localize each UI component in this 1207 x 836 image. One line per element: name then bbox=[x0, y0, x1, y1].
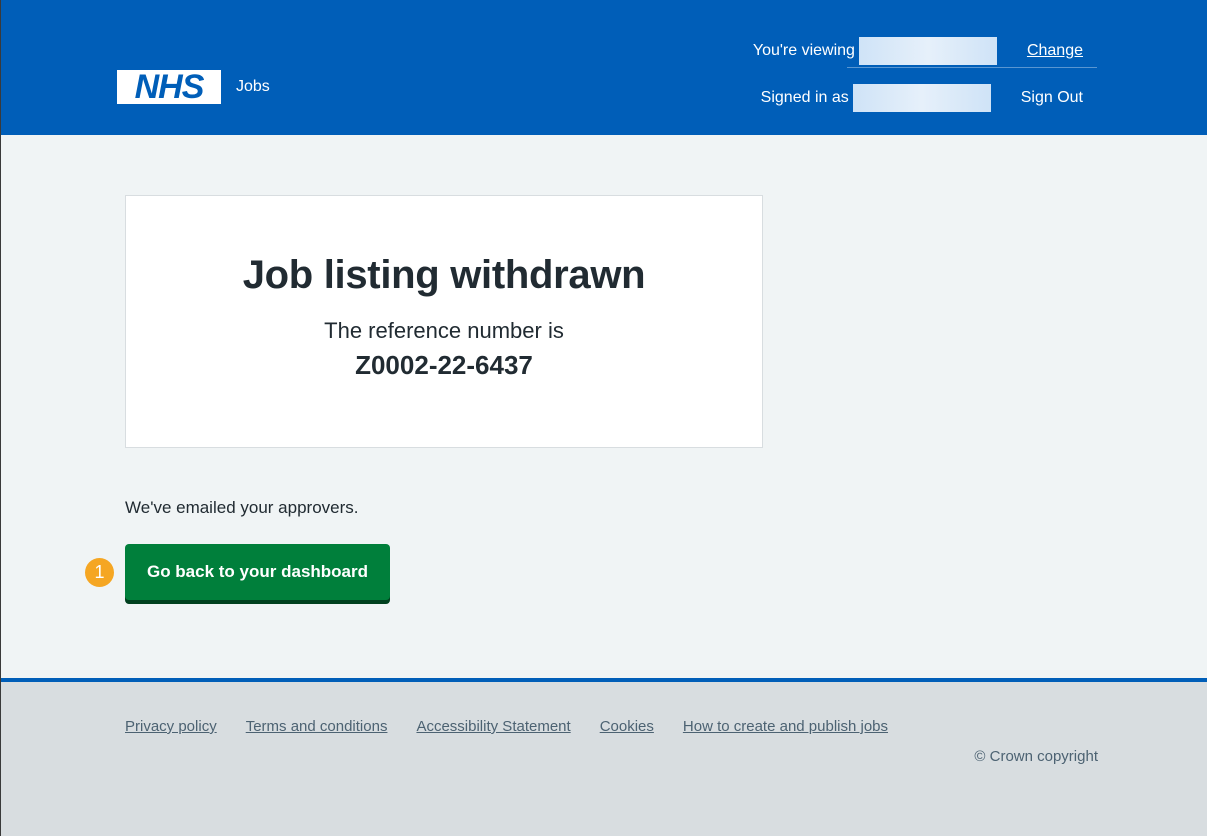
header-divider bbox=[847, 67, 1097, 68]
footer-links: Privacy policy Terms and conditions Acce… bbox=[125, 718, 917, 735]
panel-body: The reference number is bbox=[324, 318, 564, 343]
sign-out-link[interactable]: Sign Out bbox=[1021, 89, 1083, 107]
site-header: NHS Jobs You're viewing Change Signed in… bbox=[1, 0, 1207, 135]
go-back-to-dashboard-button[interactable]: Go back to your dashboard bbox=[125, 544, 390, 600]
footer-link-accessibility-statement[interactable]: Accessibility Statement bbox=[416, 718, 570, 735]
footer-link-how-to-create-and-publish-jobs[interactable]: How to create and publish jobs bbox=[683, 718, 888, 735]
reference-number: Z0002-22-6437 bbox=[355, 350, 533, 380]
signed-in-row: Signed in as Sign Out bbox=[761, 84, 1083, 112]
confirmation-panel: Job listing withdrawn The reference numb… bbox=[125, 195, 763, 448]
footer-link-privacy-policy[interactable]: Privacy policy bbox=[125, 718, 217, 735]
viewing-row: You're viewing Change bbox=[753, 37, 1083, 65]
change-link[interactable]: Change bbox=[1027, 42, 1083, 60]
service-name: Jobs bbox=[236, 78, 270, 95]
footer-link-terms-and-conditions[interactable]: Terms and conditions bbox=[246, 718, 388, 735]
page: NHS Jobs You're viewing Change Signed in… bbox=[0, 0, 1207, 836]
nhs-logo: NHS bbox=[117, 68, 221, 106]
redacted-user bbox=[852, 84, 991, 112]
info-text: We've emailed your approvers. bbox=[125, 498, 359, 517]
panel-title: Job listing withdrawn bbox=[242, 253, 646, 297]
site-footer: Privacy policy Terms and conditions Acce… bbox=[1, 678, 1207, 836]
viewing-label: You're viewing bbox=[752, 42, 855, 59]
redacted-organisation bbox=[858, 37, 997, 65]
signed-in-label: Signed in as bbox=[760, 89, 849, 106]
nhs-logo-link[interactable]: NHS bbox=[117, 68, 221, 106]
copyright: © Crown copyright bbox=[974, 748, 1098, 765]
footer-link-cookies[interactable]: Cookies bbox=[600, 718, 654, 735]
step-badge: 1 bbox=[85, 558, 114, 587]
